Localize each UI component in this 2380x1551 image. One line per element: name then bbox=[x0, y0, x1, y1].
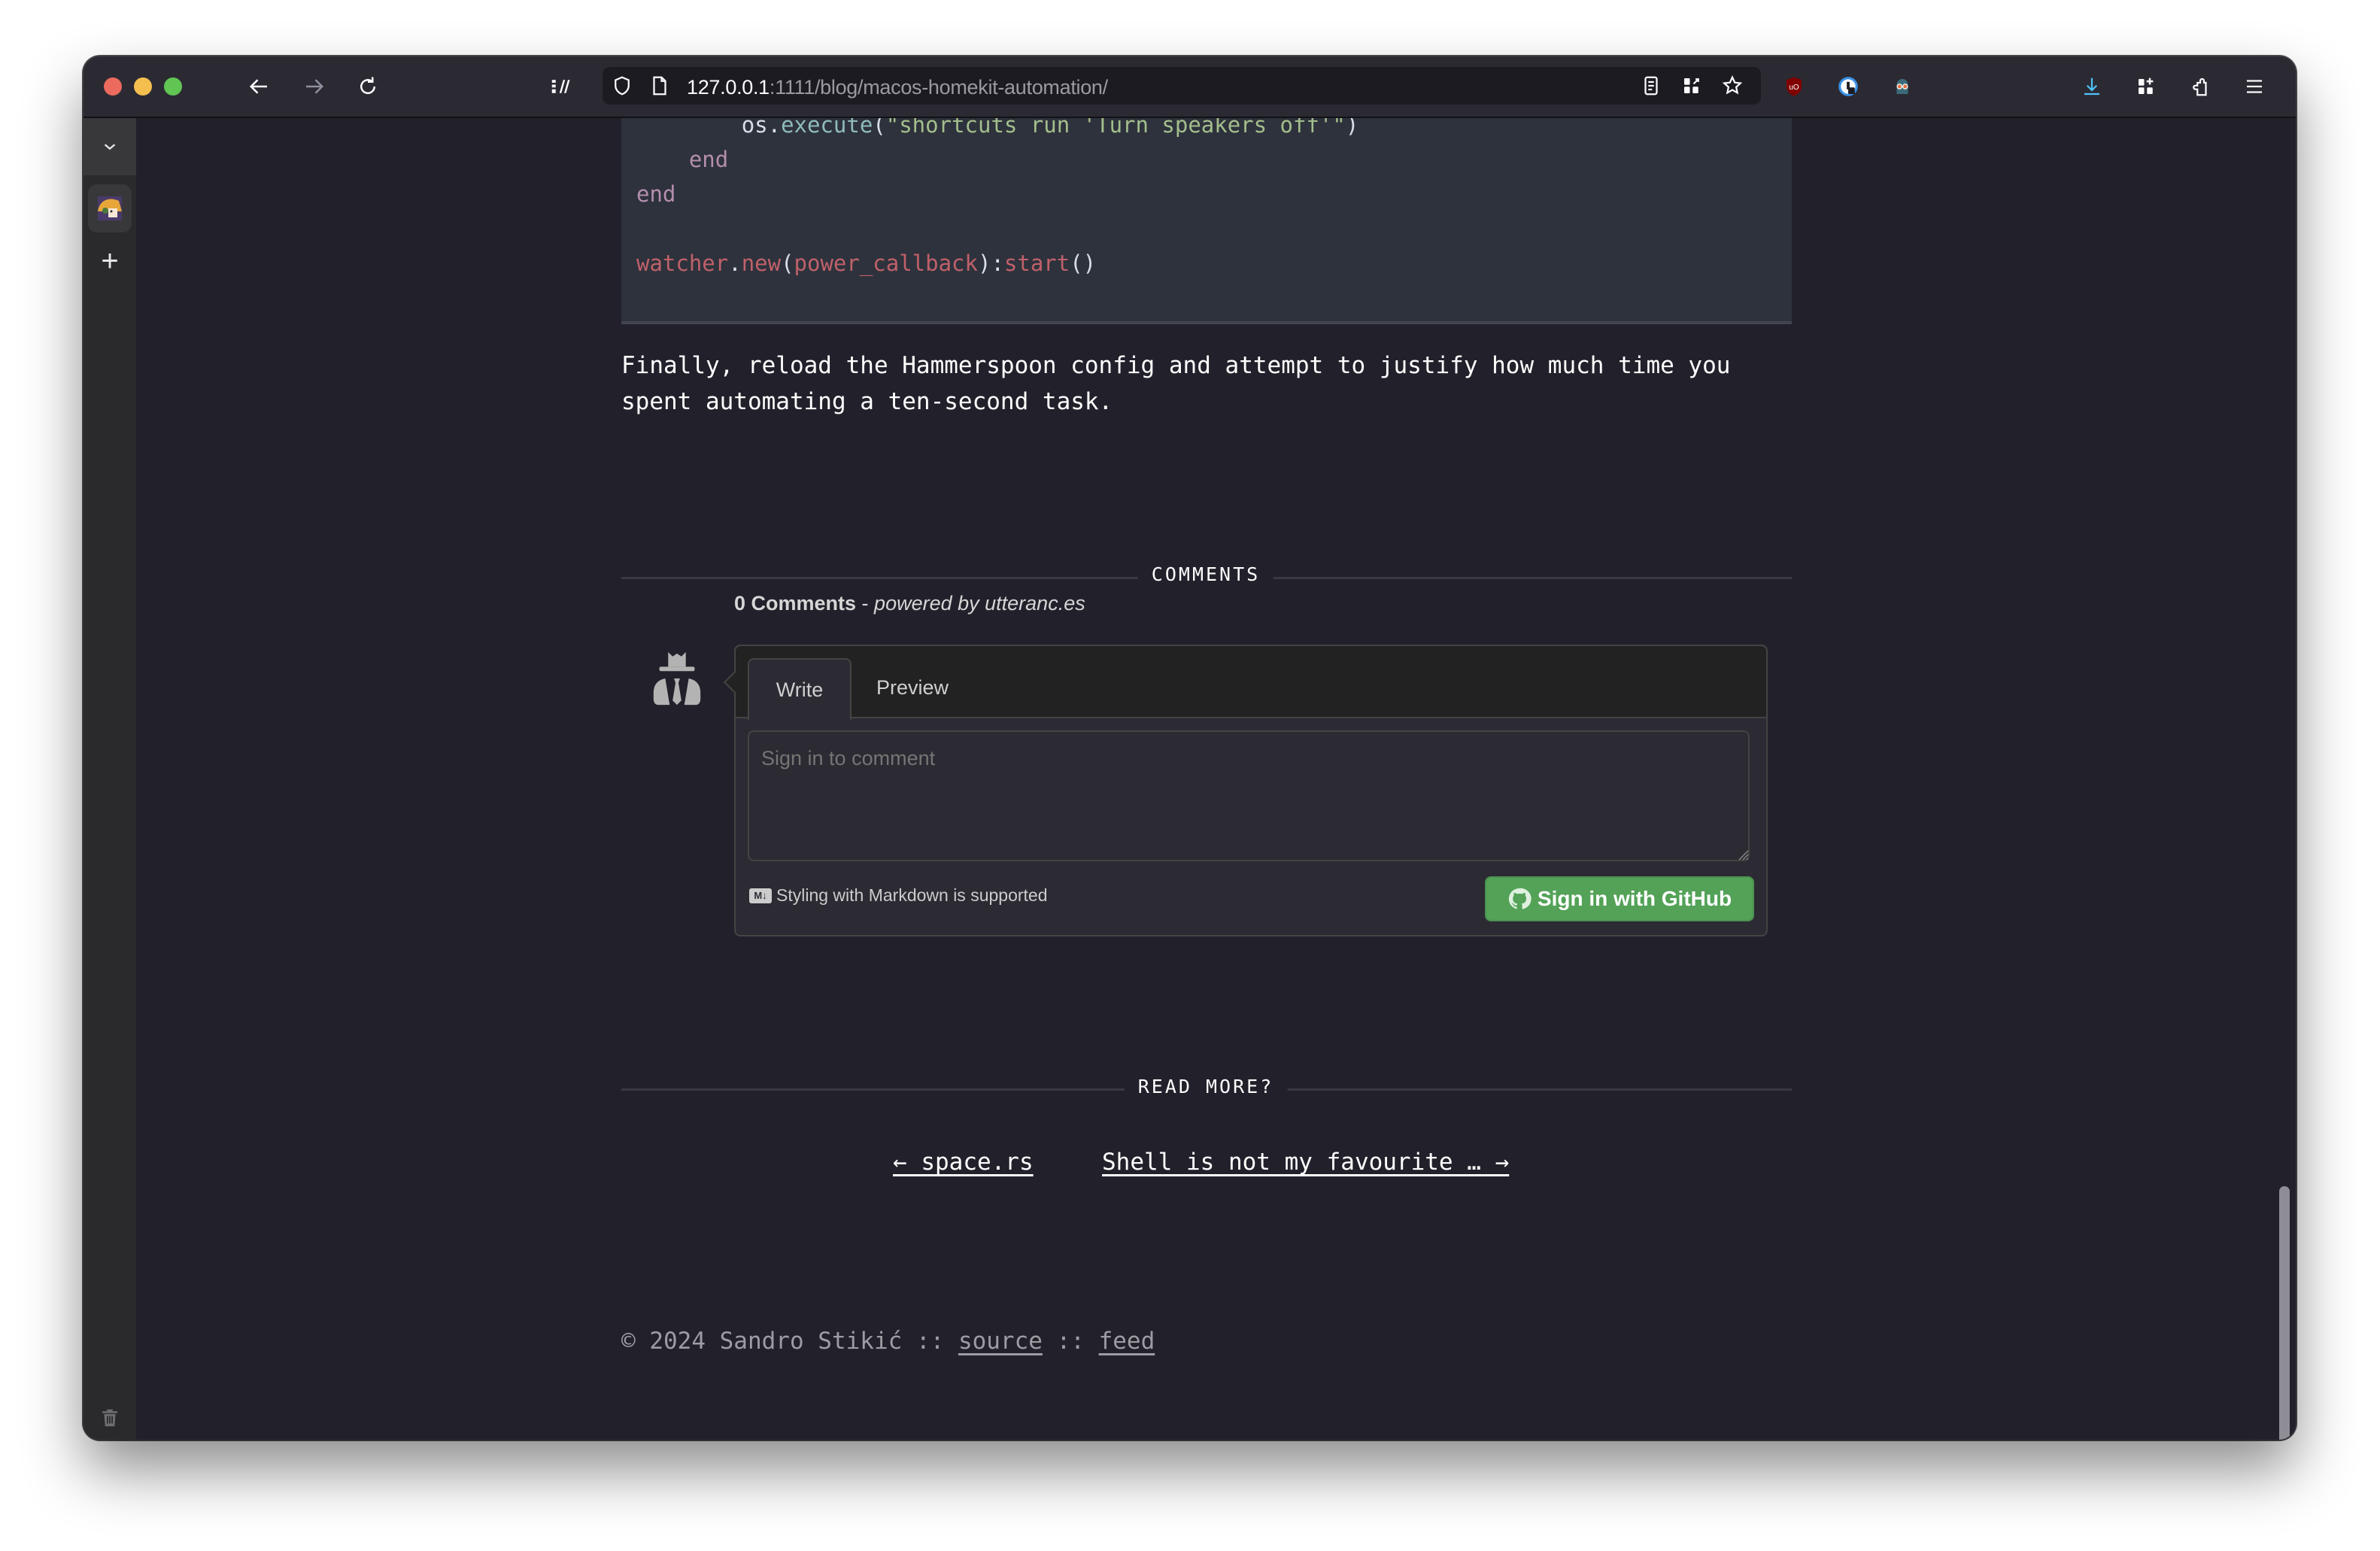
code-line: end bbox=[636, 147, 728, 172]
password-manager-button[interactable] bbox=[1833, 71, 1863, 102]
downloads-button[interactable] bbox=[2077, 71, 2107, 102]
read-more-heading: READ MORE? bbox=[1124, 1076, 1288, 1097]
tab-preview[interactable]: Preview bbox=[862, 658, 963, 717]
anonymous-avatar-icon bbox=[653, 651, 701, 706]
forward-button[interactable] bbox=[299, 71, 329, 102]
code-token: () bbox=[1070, 250, 1097, 276]
browser-window: 127.0.0.1:1111/blog/macos-homekit-automa… bbox=[83, 56, 2296, 1440]
code-token: ( bbox=[873, 118, 886, 138]
extensions-grid-button[interactable] bbox=[2131, 71, 2161, 102]
reload-button[interactable] bbox=[353, 71, 383, 102]
feed-link[interactable]: feed bbox=[1099, 1328, 1155, 1355]
powered-by-link[interactable]: powered by utteranc.es bbox=[874, 592, 1085, 615]
page-scrollbar[interactable] bbox=[2279, 1186, 2290, 1440]
markdown-icon: M↓ bbox=[749, 888, 772, 903]
next-post-link[interactable]: Shell is not my favourite … → bbox=[1102, 1149, 1509, 1176]
url-path: :1111/blog/macos-homekit-automation/ bbox=[769, 76, 1108, 99]
url-host: 127.0.0.1 bbox=[687, 76, 770, 99]
shield-icon[interactable] bbox=[607, 71, 637, 101]
code-token: ): bbox=[977, 250, 1004, 276]
code-line: watcher.new(power_callback):start() bbox=[636, 250, 1096, 276]
code-token: watcher bbox=[636, 250, 729, 276]
sidebar-toggle-icon bbox=[551, 80, 570, 93]
privacy-extension-icon bbox=[1896, 79, 1908, 94]
ublock-button[interactable]: uO bbox=[1779, 71, 1809, 102]
code-block: os.execute("shortcuts run 'Turn speakers… bbox=[621, 118, 1792, 324]
page-footer: © 2024 Sandro Stikić :: source :: feed bbox=[621, 1328, 1155, 1355]
qr-code-button[interactable] bbox=[1677, 71, 1707, 101]
site-favicon-icon bbox=[98, 196, 122, 220]
code-token: "shortcuts run 'Turn speakers off'" bbox=[885, 118, 1346, 138]
code-token: os. bbox=[741, 118, 782, 138]
comment-form: Write Preview M↓ Styling with Markdown i… bbox=[734, 645, 1768, 936]
url-text[interactable]: 127.0.0.1:1111/blog/macos-homekit-automa… bbox=[687, 76, 1108, 99]
comment-count-label: 0 Comments bbox=[734, 592, 857, 615]
tab-favicon-item[interactable] bbox=[88, 184, 132, 232]
prev-post-link[interactable]: ← space.rs bbox=[893, 1149, 1034, 1176]
extensions-puzzle-icon bbox=[2193, 77, 2207, 96]
tab-write[interactable]: Write bbox=[748, 658, 852, 720]
sign-in-github-button[interactable]: Sign in with GitHub bbox=[1485, 876, 1754, 921]
browser-toolbar: 127.0.0.1:1111/blog/macos-homekit-automa… bbox=[83, 56, 2296, 118]
collapse-sidebar-button[interactable] bbox=[83, 118, 136, 175]
trash-button[interactable] bbox=[99, 1407, 121, 1429]
page-content: os.execute("shortcuts run 'Turn speakers… bbox=[136, 118, 2296, 1440]
zoom-window-button[interactable] bbox=[164, 77, 182, 96]
back-icon bbox=[249, 79, 267, 94]
code-token: power_callback bbox=[794, 250, 978, 276]
copyright-text: © 2024 Sandro Stikić bbox=[621, 1328, 903, 1355]
reload-icon bbox=[360, 77, 376, 95]
github-icon bbox=[1508, 888, 1532, 909]
extensions-button[interactable] bbox=[2185, 71, 2215, 102]
source-link[interactable]: source bbox=[958, 1328, 1043, 1355]
close-window-button[interactable] bbox=[104, 77, 122, 96]
comments-count: 0 Comments - powered by utteranc.es bbox=[734, 592, 1085, 615]
footer-separator: :: bbox=[1042, 1328, 1099, 1355]
extensions-grid-icon bbox=[2139, 77, 2154, 94]
url-bar[interactable]: 127.0.0.1:1111/blog/macos-homekit-automa… bbox=[603, 67, 1761, 105]
code-line: end bbox=[636, 181, 675, 207]
password-manager-icon bbox=[1838, 77, 1858, 96]
markdown-note: M↓ Styling with Markdown is supported bbox=[749, 885, 1048, 906]
bookmark-button[interactable] bbox=[1717, 71, 1747, 101]
plus-icon: + bbox=[101, 244, 119, 278]
reader-view-icon bbox=[1644, 76, 1658, 96]
vertical-tabs-sidebar: + bbox=[83, 118, 136, 1440]
new-tab-button[interactable]: + bbox=[83, 238, 136, 284]
sign-in-github-label: Sign in with GitHub bbox=[1537, 887, 1732, 910]
minimize-window-button[interactable] bbox=[134, 77, 152, 96]
menu-icon bbox=[2247, 80, 2262, 93]
footer-separator: :: bbox=[902, 1328, 958, 1355]
reader-view-button[interactable] bbox=[1636, 71, 1666, 101]
code-token: end bbox=[688, 147, 729, 172]
page-icon bbox=[645, 71, 675, 101]
forward-icon bbox=[306, 79, 324, 94]
code-token: ( bbox=[781, 250, 794, 276]
privacy-extension-button[interactable] bbox=[1887, 71, 1917, 102]
trash-icon bbox=[102, 1409, 117, 1427]
article-paragraph: Finally, reload the Hammerspoon config a… bbox=[621, 352, 1731, 415]
separator: - bbox=[856, 592, 875, 615]
downloads-icon bbox=[2084, 77, 2099, 96]
bookmark-star-icon bbox=[1722, 75, 1743, 95]
menu-button[interactable] bbox=[2239, 71, 2269, 102]
qr-code-icon bbox=[1684, 78, 1699, 93]
code-token: new bbox=[741, 250, 782, 276]
resize-grip-icon[interactable] bbox=[1735, 846, 1750, 861]
code-line: os.execute("shortcuts run 'Turn speakers… bbox=[636, 118, 1359, 138]
svg-text:uO: uO bbox=[1789, 83, 1799, 92]
ublock-icon: uO bbox=[1787, 77, 1802, 96]
code-token: end bbox=[636, 181, 676, 207]
chevron-down-icon bbox=[104, 144, 116, 150]
code-token: execute bbox=[781, 118, 873, 138]
markdown-note-text[interactable]: Styling with Markdown is supported bbox=[776, 885, 1048, 906]
code-token: ) bbox=[1345, 118, 1359, 138]
comments-heading: COMMENTS bbox=[1137, 563, 1274, 585]
back-button[interactable] bbox=[244, 71, 275, 102]
code-token: . bbox=[728, 250, 742, 276]
code-token: start bbox=[1003, 250, 1070, 276]
sidebar-toggle-button[interactable] bbox=[545, 71, 575, 102]
comment-textarea[interactable] bbox=[748, 730, 1750, 861]
